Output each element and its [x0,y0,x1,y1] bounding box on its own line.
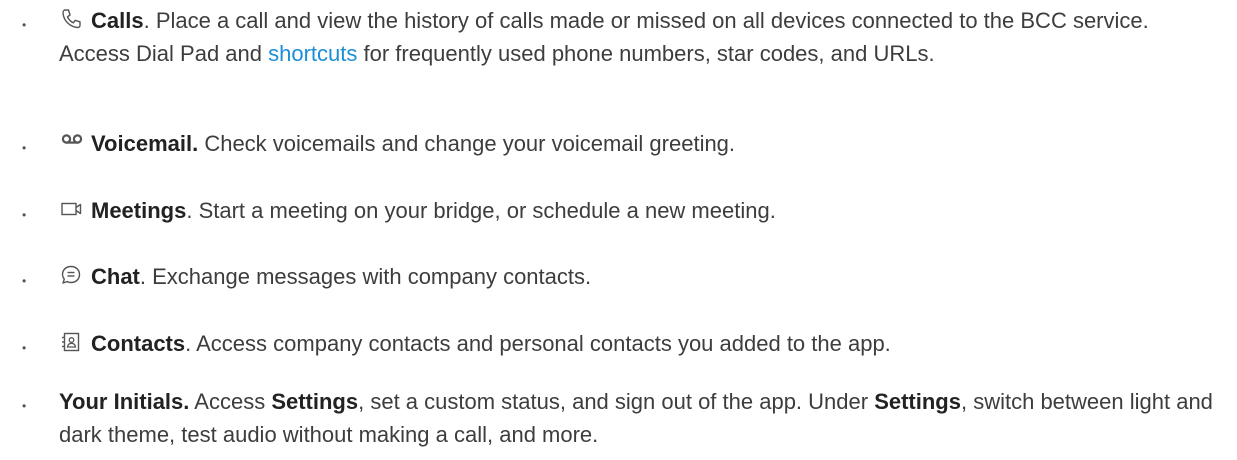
item-title-chat: Chat [91,264,140,289]
list-item-contacts: • Contacts. Access company contacts and … [0,317,1237,357]
list-item-calls: • Calls. Place a call and view the histo… [0,0,1237,100]
item-text: . Start a meeting on your bridge, or sch… [186,198,776,223]
list-item-content: Voicemail. Check voicemails and change y… [59,127,1219,160]
bullet: • [22,399,27,413]
item-text: . Access company contacts and personal c… [185,331,891,356]
item-title-meetings: Meetings [91,198,187,223]
contact-card-icon [59,330,87,354]
bullet: • [22,341,27,355]
list-item-chat: • Chat. Exchange messages with company c… [0,250,1237,290]
list-item-content: Calls. Place a call and view the history… [59,4,1219,70]
item-text: , set a custom status, and sign out of t… [358,389,875,414]
bullet: • [22,208,27,222]
settings-term: Settings [271,389,359,414]
phone-icon [59,7,87,31]
list-item-your-initials: • Your Initials. Access Settings, set a … [0,383,1237,453]
list-item-meetings: • Meetings. Start a meeting on your brid… [0,184,1237,224]
item-text: . Exchange messages with company contact… [139,264,592,289]
voicemail-icon [59,130,87,154]
list-item-content: Meetings. Start a meeting on your bridge… [59,194,1219,227]
bullet: • [22,18,27,32]
item-title-contacts: Contacts [91,331,186,356]
list-item-content: Your Initials. Access Settings, set a cu… [59,385,1219,451]
item-text: for frequently used phone numbers, star … [357,41,935,66]
chat-bubble-icon [59,263,87,287]
list-item-content: Chat. Exchange messages with company con… [59,260,1219,293]
shortcuts-link[interactable]: shortcuts [268,41,357,66]
bullet: • [22,274,27,288]
item-title-your-initials: Your Initials. [59,389,190,414]
item-text: Check voicemails and change your voicema… [198,131,736,156]
settings-term: Settings [874,389,961,414]
item-title-calls: Calls [91,8,144,33]
video-camera-icon [59,197,87,221]
bullet: • [22,141,27,155]
item-title-voicemail: Voicemail. [91,131,199,156]
list-item-voicemail: • Voicemail. Check voicemails and change… [0,117,1237,157]
item-text: Access [189,389,272,414]
list-item-content: Contacts. Access company contacts and pe… [59,327,1219,360]
